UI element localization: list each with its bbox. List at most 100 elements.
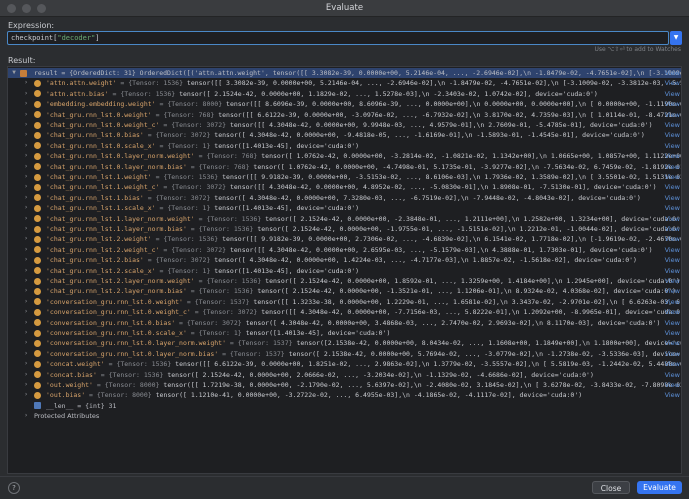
view-link[interactable]: View bbox=[665, 110, 680, 120]
view-link[interactable]: View bbox=[665, 266, 680, 276]
view-link[interactable]: View bbox=[665, 286, 680, 296]
tree-row[interactable]: › 'chat_gru.rnn_lst.2.bias' = {Tensor: 30… bbox=[8, 255, 681, 265]
tree-row[interactable]: › 'concat.bias' = {Tensor: 1536} tensor([… bbox=[8, 370, 681, 380]
view-link[interactable]: View bbox=[665, 328, 680, 338]
chevron-right-icon[interactable]: › bbox=[22, 120, 30, 130]
view-link[interactable]: View bbox=[665, 89, 680, 99]
tree-row[interactable]: › 'conversation_gru.rnn_lst.0.layer_norm.… bbox=[8, 349, 681, 359]
tree-row[interactable]: › 'chat_gru.rnn_lst.0.scale_x' = {Tensor:… bbox=[8, 141, 681, 151]
chevron-right-icon[interactable]: › bbox=[22, 89, 30, 99]
tree-row[interactable]: › 'out.bias' = {Tensor: 8000} tensor([ 1.… bbox=[8, 390, 681, 400]
tree-row[interactable]: › 'chat_gru.rnn_lst.0.layer_norm.bias' = … bbox=[8, 162, 681, 172]
view-link[interactable]: View bbox=[665, 68, 680, 78]
chevron-right-icon[interactable]: › bbox=[22, 328, 30, 338]
tree-row[interactable]: › 'chat_gru.rnn_lst.2.layer_norm.bias' = … bbox=[8, 286, 681, 296]
view-link[interactable]: View bbox=[665, 255, 680, 265]
chevron-right-icon[interactable]: › bbox=[22, 162, 30, 172]
tree-row[interactable]: › 'chat_gru.rnn_lst.1.weight_c' = {Tensor… bbox=[8, 182, 681, 192]
len-row[interactable]: __len__ = {int} 31 bbox=[8, 401, 681, 411]
view-link[interactable]: View bbox=[665, 203, 680, 213]
close-button[interactable]: Close bbox=[592, 481, 630, 494]
view-link[interactable]: View bbox=[665, 193, 680, 203]
view-link[interactable]: View bbox=[665, 234, 680, 244]
chevron-right-icon[interactable]: › bbox=[22, 99, 30, 109]
tree-row[interactable]: › 'chat_gru.rnn_lst.2.weight_c' = {Tensor… bbox=[8, 245, 681, 255]
tree-row[interactable]: › 'conversation_gru.rnn_lst.0.layer_norm.… bbox=[8, 338, 681, 348]
chevron-right-icon[interactable]: › bbox=[22, 380, 30, 390]
chevron-right-icon[interactable]: › bbox=[22, 78, 30, 88]
view-link[interactable]: View bbox=[665, 359, 680, 369]
view-link[interactable]: View bbox=[665, 390, 680, 400]
chevron-right-icon[interactable]: › bbox=[22, 203, 30, 213]
tree-row[interactable]: › 'chat_gru.rnn_lst.1.weight' = {Tensor: … bbox=[8, 172, 681, 182]
view-link[interactable]: View bbox=[665, 99, 680, 109]
chevron-right-icon[interactable]: › bbox=[22, 172, 30, 182]
view-link[interactable]: View bbox=[665, 224, 680, 234]
evaluate-button[interactable]: Evaluate bbox=[637, 481, 682, 494]
result-tree[interactable]: ▼ result = {OrderedDict: 31} OrderedDict… bbox=[7, 66, 682, 474]
chevron-right-icon[interactable]: › bbox=[22, 349, 30, 359]
tree-row[interactable]: › 'chat_gru.rnn_lst.0.weight' = {Tensor: … bbox=[8, 110, 681, 120]
view-link[interactable]: View bbox=[665, 172, 680, 182]
tree-row[interactable]: › 'chat_gru.rnn_lst.0.layer_norm.weight' … bbox=[8, 151, 681, 161]
chevron-right-icon[interactable]: › bbox=[22, 234, 30, 244]
chevron-right-icon[interactable]: › bbox=[22, 370, 30, 380]
tree-row[interactable]: › 'conversation_gru.rnn_lst.0.weight' = {… bbox=[8, 297, 681, 307]
chevron-right-icon[interactable]: › bbox=[22, 130, 30, 140]
chevron-right-icon[interactable]: › bbox=[22, 390, 30, 400]
tree-row[interactable]: › 'conversation_gru.rnn_lst.0.weight_c' =… bbox=[8, 307, 681, 317]
result-root-row[interactable]: ▼ result = {OrderedDict: 31} OrderedDict… bbox=[8, 68, 681, 78]
tree-row[interactable]: › 'chat_gru.rnn_lst.1.layer_norm.bias' = … bbox=[8, 224, 681, 234]
view-link[interactable]: View bbox=[665, 130, 680, 140]
view-link[interactable]: View bbox=[665, 245, 680, 255]
tree-row[interactable]: › 'chat_gru.rnn_lst.0.bias' = {Tensor: 30… bbox=[8, 130, 681, 140]
chevron-right-icon[interactable]: › bbox=[22, 193, 30, 203]
chevron-right-icon[interactable]: › bbox=[22, 151, 30, 161]
chevron-right-icon[interactable]: › bbox=[22, 276, 30, 286]
tree-row[interactable]: › 'chat_gru.rnn_lst.1.bias' = {Tensor: 30… bbox=[8, 193, 681, 203]
view-link[interactable]: View bbox=[665, 297, 680, 307]
tree-row[interactable]: › 'attn.attn.bias' = {Tensor: 1536} tenso… bbox=[8, 89, 681, 99]
chevron-right-icon[interactable]: › bbox=[22, 182, 30, 192]
tree-row[interactable]: › 'chat_gru.rnn_lst.2.scale_x' = {Tensor:… bbox=[8, 266, 681, 276]
view-link[interactable]: View bbox=[665, 276, 680, 286]
view-link[interactable]: View bbox=[665, 78, 680, 88]
chevron-right-icon[interactable]: › bbox=[22, 318, 30, 328]
view-link[interactable]: View bbox=[665, 307, 680, 317]
view-link[interactable]: View bbox=[665, 370, 680, 380]
view-link[interactable]: View bbox=[665, 182, 680, 192]
view-link[interactable]: View bbox=[665, 141, 680, 151]
view-link[interactable]: View bbox=[665, 162, 680, 172]
tree-row[interactable]: › 'chat_gru.rnn_lst.2.layer_norm.weight' … bbox=[8, 276, 681, 286]
tree-row[interactable]: › 'embedding.embedding.weight' = {Tensor:… bbox=[8, 99, 681, 109]
chevron-right-icon[interactable]: › bbox=[22, 286, 30, 296]
chevron-right-icon[interactable]: › bbox=[22, 359, 30, 369]
tree-row[interactable]: › 'chat_gru.rnn_lst.0.weight_c' = {Tensor… bbox=[8, 120, 681, 130]
expression-input[interactable]: checkpoint["decoder"] bbox=[7, 31, 669, 45]
chevron-right-icon[interactable]: › bbox=[22, 214, 30, 224]
chevron-right-icon[interactable]: › bbox=[22, 411, 30, 421]
tree-row[interactable]: › 'chat_gru.rnn_lst.1.layer_norm.weight' … bbox=[8, 214, 681, 224]
view-link[interactable]: View bbox=[665, 151, 680, 161]
history-dropdown-icon[interactable]: ▼ bbox=[670, 31, 682, 45]
chevron-right-icon[interactable]: › bbox=[22, 307, 30, 317]
help-icon[interactable]: ? bbox=[8, 482, 20, 494]
view-link[interactable]: View bbox=[665, 380, 680, 390]
chevron-right-icon[interactable]: › bbox=[22, 297, 30, 307]
view-link[interactable]: View bbox=[665, 338, 680, 348]
view-link[interactable]: View bbox=[665, 349, 680, 359]
view-link[interactable]: View bbox=[665, 120, 680, 130]
chevron-right-icon[interactable]: › bbox=[22, 245, 30, 255]
tree-row[interactable]: › 'conversation_gru.rnn_lst.0.bias' = {Te… bbox=[8, 318, 681, 328]
expression-text[interactable]: checkpoint["decoder"] bbox=[11, 34, 100, 42]
tree-row[interactable]: › 'out.weight' = {Tensor: 8000} tensor([[… bbox=[8, 380, 681, 390]
chevron-right-icon[interactable]: › bbox=[22, 224, 30, 234]
chevron-right-icon[interactable]: › bbox=[22, 255, 30, 265]
tree-row[interactable]: › 'chat_gru.rnn_lst.1.scale_x' = {Tensor:… bbox=[8, 203, 681, 213]
chevron-right-icon[interactable]: › bbox=[22, 141, 30, 151]
protected-attributes-row[interactable]: › Protected Attributes bbox=[8, 411, 681, 421]
tree-row[interactable]: › 'conversation_gru.rnn_lst.0.scale_x' = … bbox=[8, 328, 681, 338]
chevron-right-icon[interactable]: › bbox=[22, 110, 30, 120]
tree-row[interactable]: › 'attn.attn.weight' = {Tensor: 1536} ten… bbox=[8, 78, 681, 88]
view-link[interactable]: View bbox=[665, 318, 680, 328]
